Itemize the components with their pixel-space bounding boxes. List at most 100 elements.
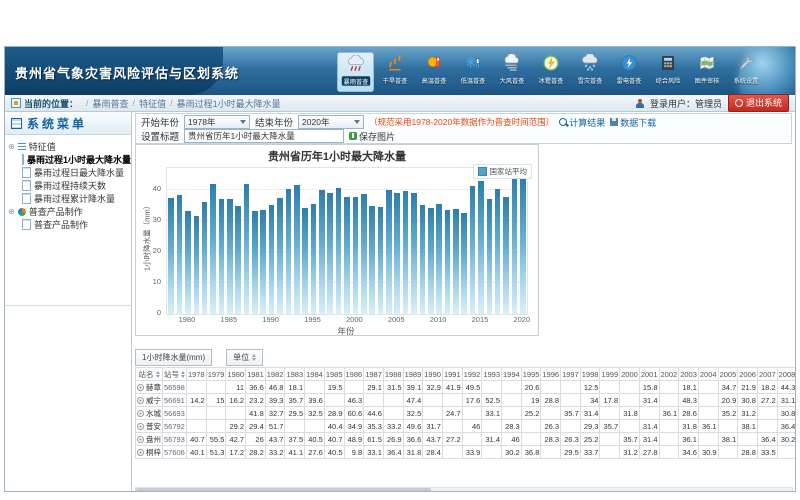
nav-label: 低温普查 — [460, 75, 485, 85]
sidebar-header: 系统菜单 — [5, 112, 131, 135]
breadcrumb-item-feature[interactable]: 特征值 — [139, 97, 166, 110]
nav-item-drought[interactable]: 干旱普查 — [376, 52, 413, 92]
end-year-value: 2020年 — [302, 116, 329, 128]
nav-item-risk[interactable]: 综合风险 — [649, 52, 686, 92]
row-expand-icon[interactable] — [137, 410, 144, 417]
calculator-icon — [658, 53, 678, 73]
year-column-header: 2008 — [777, 368, 795, 381]
menu-group-product[interactable]: ⊕ 普查产品制作 — [8, 205, 128, 218]
row-expand-icon[interactable] — [137, 436, 144, 443]
bar — [403, 191, 409, 314]
expand-icon[interactable]: ⊕ — [8, 143, 15, 151]
app-window: 贵州省气象灾害风险评估与区划系统 暴雨普查 干旱普查 高温普查 — [4, 46, 796, 492]
bar — [344, 197, 350, 314]
value-cell: 36.4 — [383, 446, 403, 459]
value-cell — [206, 407, 226, 420]
value-cell: 31.8 — [679, 420, 699, 433]
chart-legend[interactable]: 国家站平均 — [473, 164, 533, 179]
station-name-cell[interactable]: 盘州 — [136, 433, 163, 446]
bar — [210, 184, 216, 314]
station-id-header[interactable]: 站号 — [163, 368, 187, 381]
end-year-select[interactable]: 2020年 — [298, 115, 364, 129]
menu-item-daily-max-precip[interactable]: 暴雨过程日最大降水量 — [8, 166, 128, 179]
value-cell: 18.2 — [757, 381, 777, 394]
start-year-label: 开始年份 — [141, 115, 179, 129]
horizontal-scrollbar[interactable] — [135, 487, 793, 491]
nav-item-lowtemp[interactable]: 低温普查 — [454, 52, 491, 92]
filter-chip-precip[interactable]: 1小时降水量(mm) — [135, 349, 212, 366]
value-cell: 36.1 — [698, 420, 718, 433]
station-name-cell[interactable]: 普安 — [136, 420, 163, 433]
hail-icon — [541, 53, 561, 73]
nav-item-map-review[interactable]: 图件审核 — [688, 52, 725, 92]
breadcrumb-bar: 当前的位置： / 暴雨普查 / 特征值 / 暴雨过程1小时最大降水量 登录用户：… — [5, 95, 795, 112]
filter-chip-unit[interactable]: 单位 — [226, 349, 263, 366]
nav-item-heat[interactable]: 高温普查 — [415, 52, 452, 92]
value-cell: 33.2 — [265, 446, 285, 459]
nav-item-lightning[interactable]: 雷电普查 — [610, 52, 647, 92]
value-cell — [482, 420, 502, 433]
year-column-header: 1982 — [265, 368, 285, 381]
calculate-button[interactable]: 计算结果 — [559, 116, 605, 129]
bar — [277, 198, 283, 314]
row-expand-icon[interactable] — [137, 423, 144, 430]
nav-item-wind[interactable]: 大风普查 — [493, 52, 530, 92]
value-cell: 51.7 — [265, 420, 285, 433]
value-cell — [462, 433, 482, 446]
download-button[interactable]: 数据下载 — [610, 116, 656, 129]
breadcrumb-item-current[interactable]: 暴雨过程1小时最大降水量 — [177, 97, 281, 110]
value-cell — [757, 407, 777, 420]
value-cell: 40.1 — [187, 446, 207, 459]
chart-title-input[interactable] — [184, 129, 344, 143]
value-cell — [423, 407, 443, 420]
value-cell: 32.5 — [305, 407, 325, 420]
row-expand-icon[interactable] — [137, 397, 144, 404]
nav-item-rainstorm[interactable]: 暴雨普查 — [337, 52, 374, 92]
row-expand-icon[interactable] — [137, 449, 144, 456]
breadcrumb-item-rainstorm[interactable]: 暴雨普查 — [93, 97, 129, 110]
expand-icon[interactable]: ⊕ — [8, 208, 15, 216]
station-name-header[interactable]: 站名 — [136, 368, 163, 381]
value-cell — [561, 420, 581, 433]
menu-item-duration-days[interactable]: 暴雨过程持续天数 — [8, 179, 128, 192]
scrollbar-thumb[interactable] — [136, 488, 431, 491]
value-cell: 26.3 — [541, 420, 561, 433]
station-name-cell[interactable]: 水城 — [136, 407, 163, 420]
nav-item-hail[interactable]: 冰雹普查 — [532, 52, 569, 92]
value-cell — [206, 381, 226, 394]
menu-item-accumulated-precip[interactable]: 暴雨过程累计降水量 — [8, 192, 128, 205]
menu-group-feature-values[interactable]: ⊕ 特征值 — [8, 140, 128, 153]
value-cell: 31.8 — [620, 407, 640, 420]
value-cell: 39.3 — [265, 394, 285, 407]
value-cell: 60.6 — [344, 407, 364, 420]
value-cell: 35.7 — [620, 433, 640, 446]
table-row: 赫章565981136.646.818.119.529.131.539.132.… — [136, 381, 796, 394]
sort-arrows-icon — [181, 371, 185, 378]
station-name-cell[interactable]: 威宁 — [136, 394, 163, 407]
value-cell — [285, 420, 305, 433]
value-cell — [344, 381, 364, 394]
value-cell: 46.8 — [265, 381, 285, 394]
value-cell: 29.2 — [226, 420, 246, 433]
end-year-label: 结束年份 — [255, 115, 293, 129]
value-cell: 40.4 — [324, 420, 344, 433]
station-name-cell[interactable]: 赫章 — [136, 381, 163, 394]
value-cell: 18.1 — [679, 381, 699, 394]
bar — [487, 199, 493, 314]
station-name-cell[interactable]: 桐梓 — [136, 446, 163, 459]
row-expand-icon[interactable] — [137, 384, 144, 391]
value-cell: 34.7 — [718, 381, 738, 394]
menu-item-product-making[interactable]: 普查产品制作 — [8, 218, 128, 231]
value-cell: 25.2 — [580, 433, 600, 446]
value-cell: 21.9 — [738, 381, 758, 394]
start-year-select[interactable]: 1978年 — [184, 115, 250, 129]
nav-item-snow[interactable]: 雪灾普查 — [571, 52, 608, 92]
sidebar: 系统菜单 ⊕ 特征值 暴雨过程1小时最大降水量 暴雨过程日最大降水量 暴雨过程持… — [5, 112, 132, 491]
menu-item-1h-max-precip[interactable]: 暴雨过程1小时最大降水量 — [8, 153, 128, 166]
value-cell — [187, 407, 207, 420]
save-image-button[interactable]: 保存图片 — [349, 130, 395, 143]
nav-item-settings[interactable]: 系统设置 — [727, 52, 764, 92]
station-id-cell: 56598 — [163, 381, 187, 394]
value-cell: 49.5 — [462, 381, 482, 394]
logout-button[interactable]: 退出系统 — [728, 94, 789, 112]
